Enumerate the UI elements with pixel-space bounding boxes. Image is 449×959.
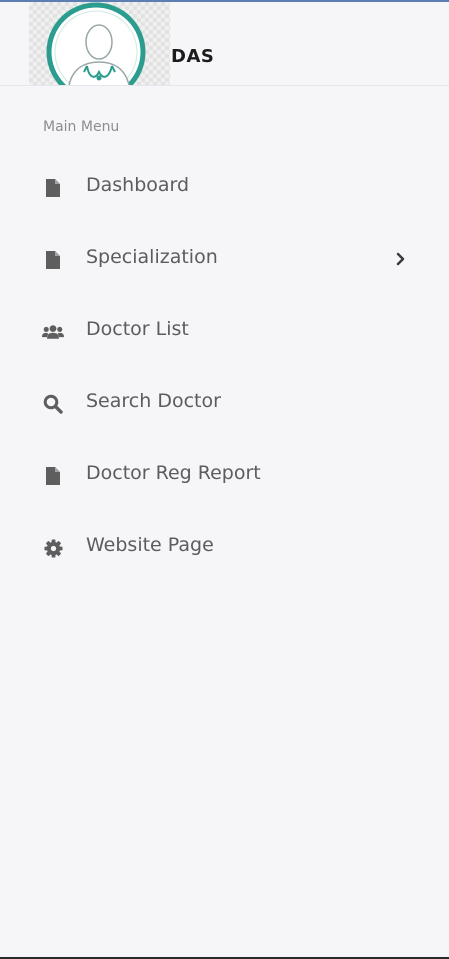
sidebar-item-dashboard[interactable]: Dashboard (0, 152, 449, 224)
sidebar-item-label: Doctor List (86, 318, 189, 340)
file-icon (42, 249, 64, 271)
file-icon (42, 465, 64, 487)
sidebar-item-specialization[interactable]: Specialization (0, 224, 449, 296)
users-icon (42, 321, 64, 343)
file-icon (42, 177, 64, 199)
menu-heading: Main Menu (43, 119, 120, 135)
sidebar-header: DAS (0, 2, 449, 86)
brand-name[interactable]: DAS (171, 46, 214, 67)
sidebar-item-label: Website Page (86, 534, 214, 556)
sidebar-menu: Dashboard Specialization Doctor List Sea… (0, 152, 449, 584)
sidebar-item-label: Search Doctor (86, 390, 221, 412)
chevron-right-icon[interactable] (393, 251, 409, 267)
sidebar-item-label: Specialization (86, 246, 218, 268)
sidebar-item-website-page[interactable]: Website Page (0, 512, 449, 584)
doctor-avatar-logo[interactable] (29, 2, 170, 85)
sidebar-item-label: Dashboard (86, 174, 190, 196)
gear-icon (42, 537, 64, 559)
sidebar-item-search-doctor[interactable]: Search Doctor (0, 368, 449, 440)
sidebar-item-label: Doctor Reg Report (86, 462, 261, 484)
sidebar-item-doctor-list[interactable]: Doctor List (0, 296, 449, 368)
sidebar-item-doctor-reg-report[interactable]: Doctor Reg Report (0, 440, 449, 512)
search-icon (42, 393, 64, 415)
